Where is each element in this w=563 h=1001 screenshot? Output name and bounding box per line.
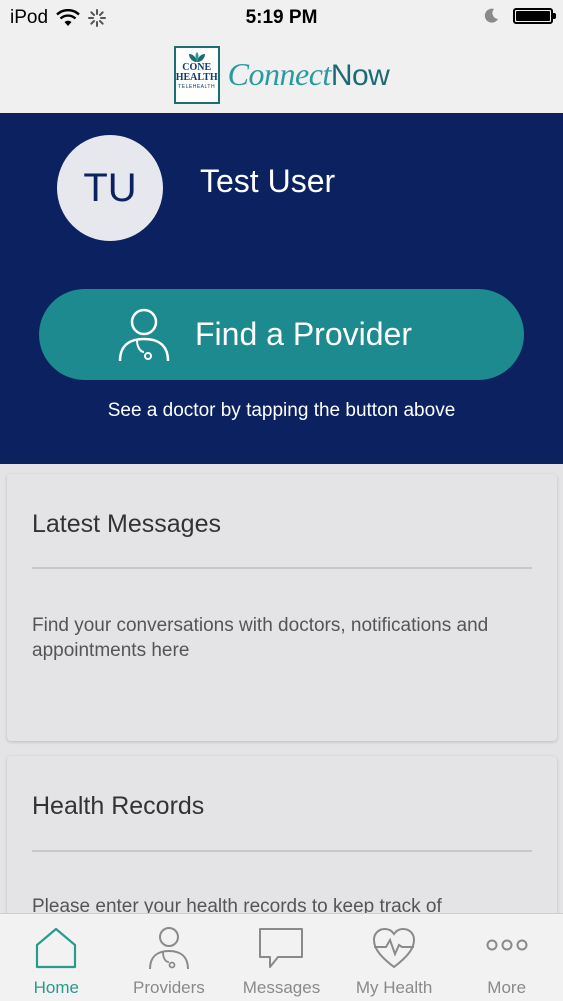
find-provider-hint: See a doctor by tapping the button above: [107, 400, 456, 421]
tab-my-health-label: My Health: [355, 978, 433, 997]
tab-providers[interactable]: Providers: [113, 914, 226, 1001]
status-time: 5:19 PM: [245, 7, 318, 28]
tab-messages[interactable]: Messages: [225, 914, 338, 1001]
tab-home-label: Home: [33, 978, 79, 997]
tab-bar: Home Providers Messages My Health More: [0, 913, 563, 1001]
latest-messages-card[interactable]: Latest Messages Find your conversations …: [7, 474, 557, 741]
chat-icon: [259, 928, 304, 968]
tab-more-label: More: [487, 978, 527, 997]
app-header: CONE HEALTH TELEHEALTH ConnectNow: [0, 36, 563, 113]
leaf-icon: [188, 51, 205, 62]
tab-home[interactable]: Home: [0, 914, 113, 1001]
provider-person-icon: [118, 308, 170, 361]
find-provider-button[interactable]: Find a Provider: [39, 289, 524, 380]
home-icon: [36, 927, 77, 969]
find-provider-label: Find a Provider: [195, 316, 412, 352]
card-divider: [32, 850, 532, 852]
moon-icon: [484, 8, 498, 23]
logo-sub: TELEHEALTH: [178, 83, 216, 90]
cone-health-logo: CONE HEALTH TELEHEALTH: [173, 45, 220, 104]
tab-more[interactable]: More: [450, 914, 563, 1001]
health-records-title: Health Records: [32, 792, 205, 820]
brand-title: ConnectNow: [228, 56, 390, 93]
latest-messages-title: Latest Messages: [32, 510, 221, 538]
tab-messages-label: Messages: [242, 978, 321, 997]
avatar-initials: TU: [83, 165, 137, 210]
latest-messages-body: Find your conversations with doctors, no…: [32, 615, 489, 661]
tab-providers-label: Providers: [132, 978, 205, 997]
tab-my-health[interactable]: My Health: [338, 914, 451, 1001]
heart-icon: [373, 927, 416, 969]
more-icon: [486, 939, 528, 951]
logo-line1: CONE: [182, 61, 212, 73]
status-bar: iPod 5:19 PM: [0, 0, 563, 36]
avatar[interactable]: TU: [57, 135, 163, 241]
brand-part2: Now: [330, 59, 390, 92]
card-divider: [32, 567, 532, 569]
brand-part1: Connect: [227, 56, 332, 92]
logo-line2: HEALTH: [175, 71, 218, 83]
profile-hero: TU Test User Find a Provider See a docto…: [0, 113, 563, 464]
user-name: Test User: [200, 163, 336, 199]
battery-icon: [513, 8, 556, 24]
person-icon: [148, 927, 189, 970]
status-right: [483, 8, 556, 24]
